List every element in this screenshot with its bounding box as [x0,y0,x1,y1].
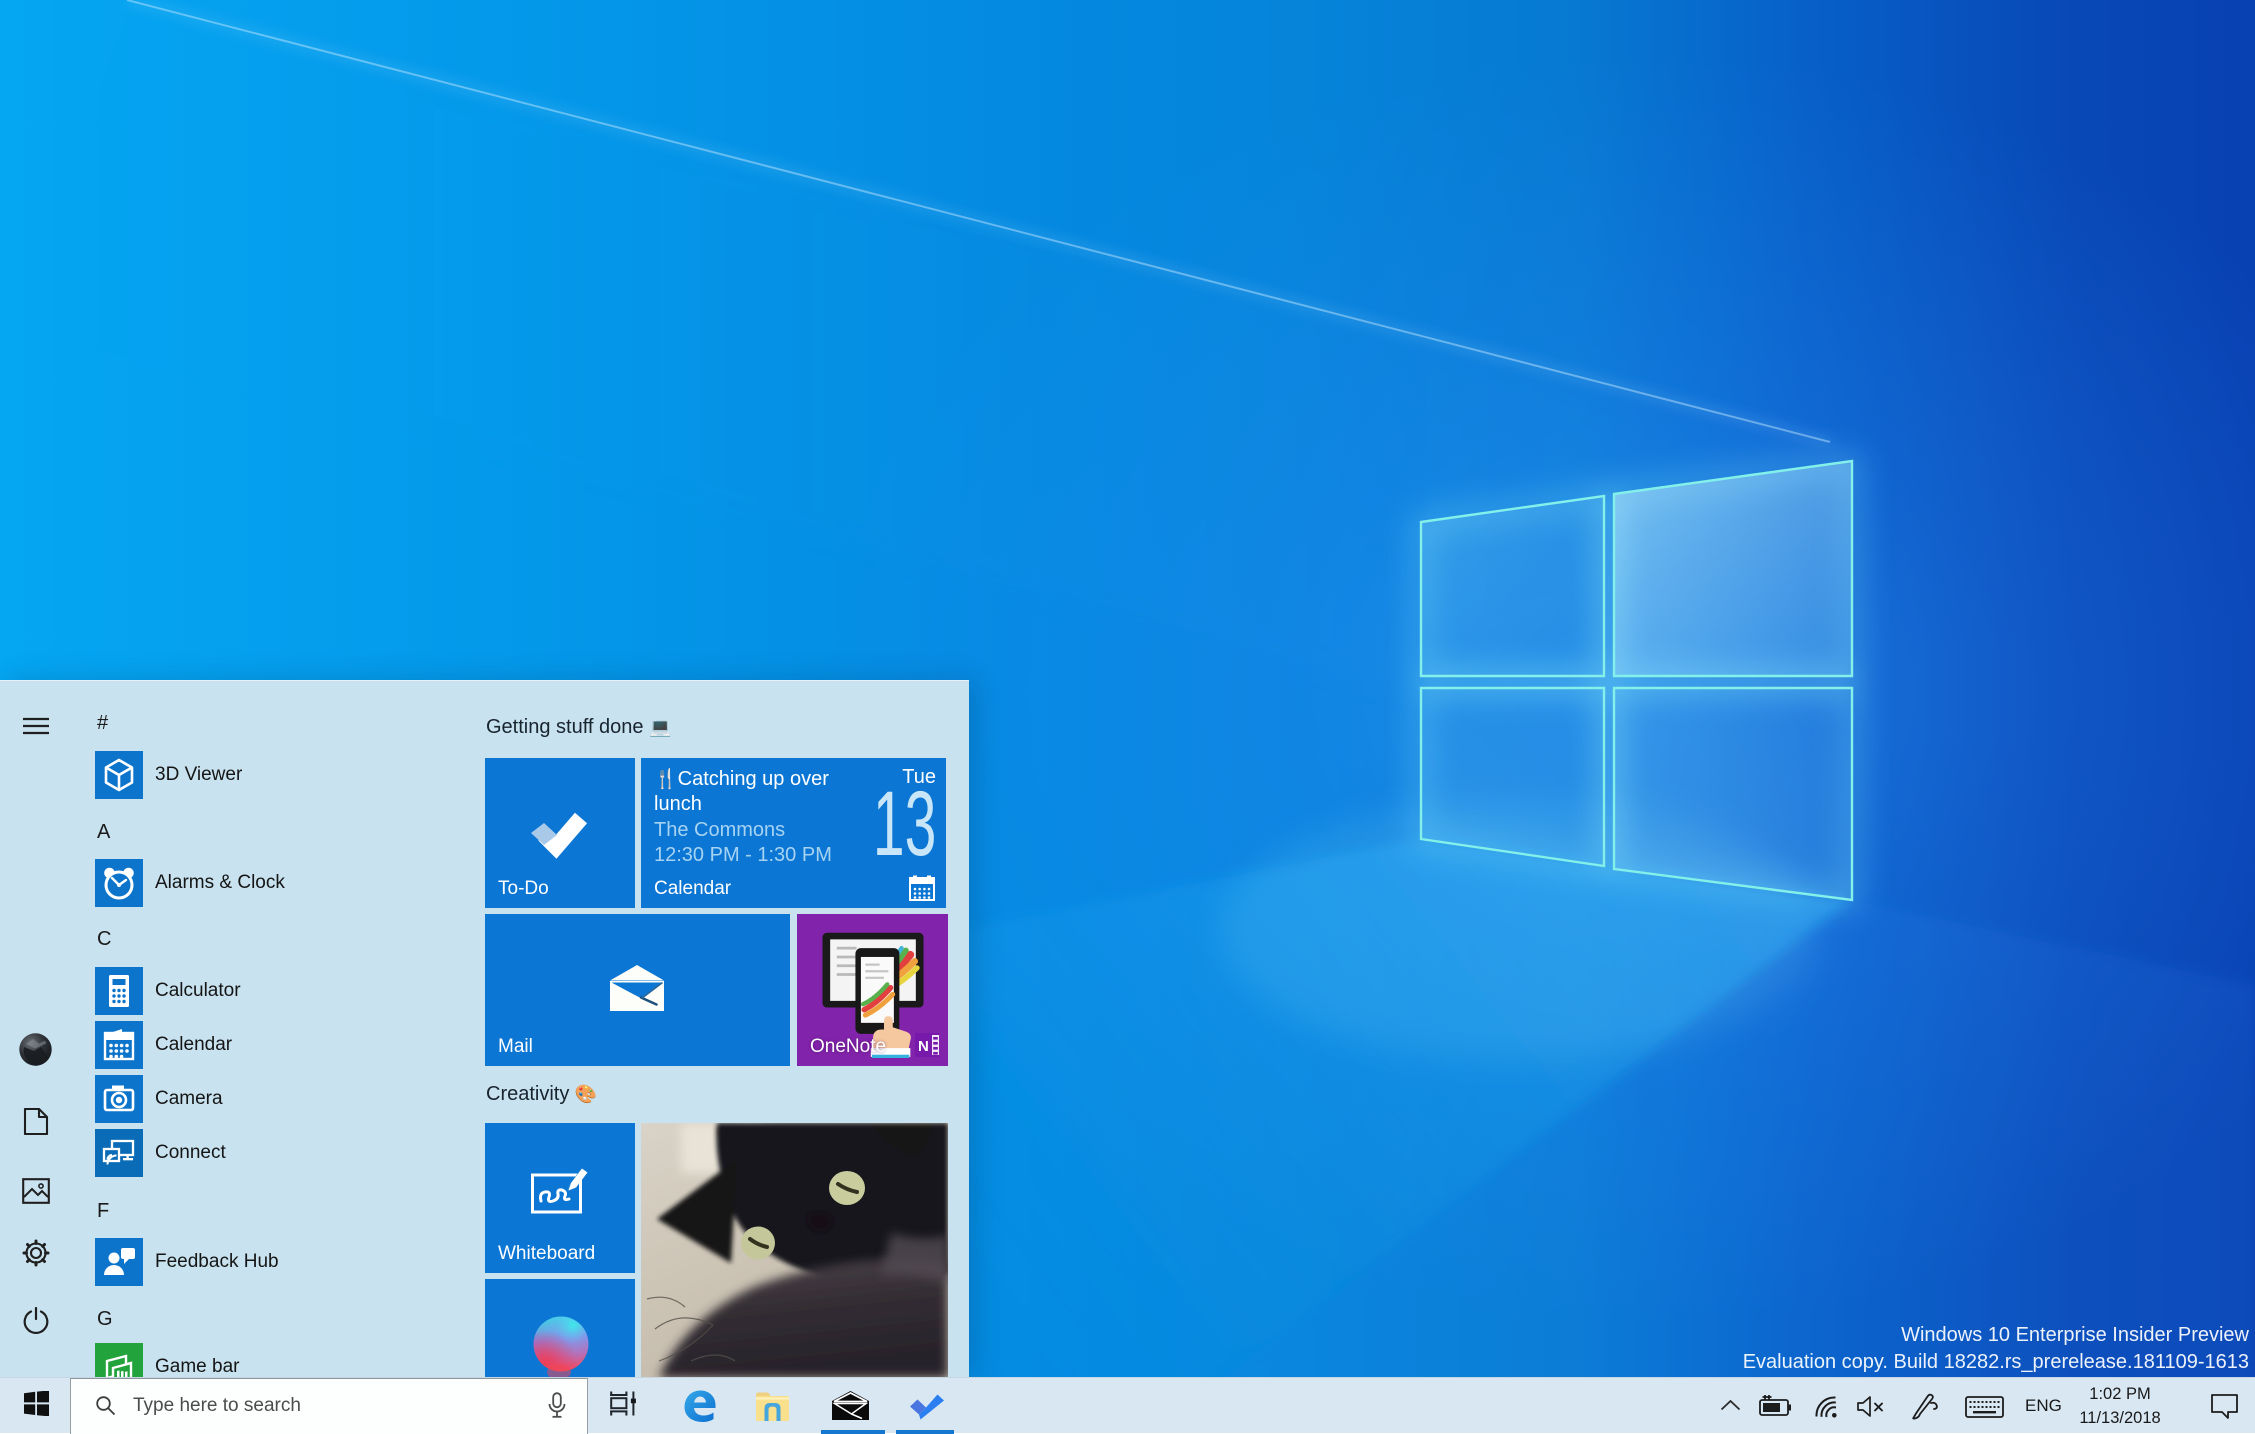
svg-text:N: N [918,1038,929,1055]
